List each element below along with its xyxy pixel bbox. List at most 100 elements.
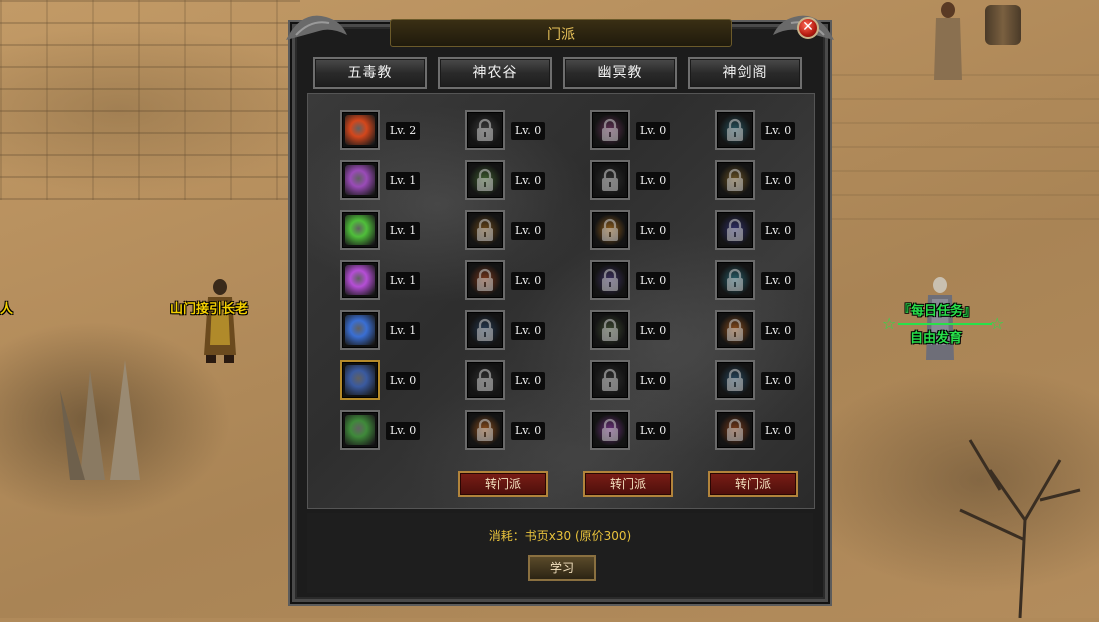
lock-icon <box>475 268 495 292</box>
tab-shenjian[interactable]: 神剑阁 <box>688 57 802 89</box>
skill-icon[interactable] <box>340 160 380 200</box>
close-button[interactable]: ✕ <box>797 17 819 39</box>
lock-icon <box>600 168 620 192</box>
locked-skill-icon[interactable] <box>465 310 505 350</box>
locked-skill-icon[interactable] <box>715 210 755 250</box>
skill-slot: Lv. 0 <box>715 310 835 350</box>
switch-sect-button[interactable]: 转门派 <box>458 471 548 497</box>
skill-level: Lv. 0 <box>636 322 671 340</box>
skill-level: Lv. 0 <box>511 272 546 290</box>
skill-level: Lv. 0 <box>761 322 796 340</box>
skill-slot: Lv. 1 <box>340 310 460 350</box>
locked-skill-icon[interactable] <box>465 360 505 400</box>
locked-skill-icon[interactable] <box>465 160 505 200</box>
locked-skill-icon[interactable] <box>465 210 505 250</box>
lock-icon <box>475 168 495 192</box>
locked-skill-icon[interactable] <box>715 310 755 350</box>
skill-level: Lv. 0 <box>386 422 421 440</box>
skill-icon[interactable] <box>340 360 380 400</box>
locked-skill-icon[interactable] <box>590 210 630 250</box>
locked-skill-icon[interactable] <box>715 110 755 150</box>
locked-skill-icon[interactable] <box>465 110 505 150</box>
locked-skill-icon[interactable] <box>715 410 755 450</box>
lock-icon <box>475 418 495 442</box>
skill-level: Lv. 0 <box>636 272 671 290</box>
skill-level: Lv. 0 <box>511 222 546 240</box>
tab-wudu[interactable]: 五毒教 <box>313 57 427 89</box>
skill-slot: Lv. 2 <box>340 110 460 150</box>
skills-panel: Lv. 2 Lv. 1 Lv. 1 Lv. 1 Lv. 1 Lv. 0 Lv. 0 Lv. 0… <box>307 93 815 509</box>
lock-icon <box>725 118 745 142</box>
locked-skill-icon[interactable] <box>715 260 755 300</box>
locked-skill-icon[interactable] <box>590 360 630 400</box>
lock-icon <box>475 218 495 242</box>
skill-slot: Lv. 0 <box>465 260 585 300</box>
skill-icon[interactable] <box>340 310 380 350</box>
skill-slot: Lv. 0 <box>590 160 710 200</box>
skill-slot: Lv. 0 <box>715 110 835 150</box>
skill-art-icon <box>345 315 375 345</box>
tab-shennong[interactable]: 神农谷 <box>438 57 552 89</box>
skill-level: Lv. 0 <box>761 272 796 290</box>
skill-slot: Lv. 0 <box>715 410 835 450</box>
dialog-title: 门派 <box>547 27 575 43</box>
skill-level: Lv. 2 <box>386 122 421 140</box>
locked-skill-icon[interactable] <box>715 360 755 400</box>
skill-level: Lv. 0 <box>511 122 546 140</box>
dialog-titlebar[interactable]: 门派 ✕ <box>286 15 834 53</box>
skill-slot: Lv. 0 <box>340 360 460 400</box>
lock-icon <box>725 268 745 292</box>
locked-skill-icon[interactable] <box>590 310 630 350</box>
skill-slot: Lv. 0 <box>590 210 710 250</box>
skill-art-icon <box>345 115 375 145</box>
skill-icon[interactable] <box>340 260 380 300</box>
skill-level: Lv. 0 <box>636 172 671 190</box>
quest-divider <box>898 323 992 325</box>
skill-level: Lv. 0 <box>511 172 546 190</box>
lock-icon <box>725 168 745 192</box>
cost-area <box>307 513 813 593</box>
npc-top-right[interactable] <box>930 0 966 90</box>
skill-level: Lv. 1 <box>386 272 421 290</box>
locked-skill-icon[interactable] <box>465 410 505 450</box>
skill-slot: Lv. 0 <box>715 260 835 300</box>
skill-slot: Lv. 0 <box>465 210 585 250</box>
skill-slot: Lv. 0 <box>590 360 710 400</box>
switch-sect-button[interactable]: 转门派 <box>708 471 798 497</box>
lock-icon <box>725 218 745 242</box>
skill-slot: Lv. 0 <box>590 310 710 350</box>
learn-button[interactable]: 学习 <box>528 555 596 581</box>
lock-icon <box>725 318 745 342</box>
skill-level: Lv. 0 <box>761 122 796 140</box>
skill-icon[interactable] <box>340 110 380 150</box>
tab-youming[interactable]: 幽冥教 <box>563 57 677 89</box>
npc-elder[interactable] <box>200 275 240 365</box>
barrel <box>985 5 1021 45</box>
skill-icon[interactable] <box>340 410 380 450</box>
skill-slot: Lv. 0 <box>715 360 835 400</box>
skill-art-icon <box>345 215 375 245</box>
locked-skill-icon[interactable] <box>590 410 630 450</box>
dead-tree-right <box>930 380 1099 619</box>
skill-slot: Lv. 0 <box>465 110 585 150</box>
locked-skill-icon[interactable] <box>465 260 505 300</box>
lock-icon <box>600 218 620 242</box>
locked-skill-icon[interactable] <box>715 160 755 200</box>
locked-skill-icon[interactable] <box>590 260 630 300</box>
skill-icon[interactable] <box>340 210 380 250</box>
skill-level: Lv. 0 <box>386 372 421 390</box>
skill-level: Lv. 0 <box>511 322 546 340</box>
lock-icon <box>725 368 745 392</box>
skill-level: Lv. 0 <box>636 122 671 140</box>
switch-sect-button[interactable]: 转门派 <box>583 471 673 497</box>
npc-edge-name: 人 <box>0 302 14 317</box>
locked-skill-icon[interactable] <box>590 110 630 150</box>
skill-level: Lv. 0 <box>636 372 671 390</box>
skill-level: Lv. 1 <box>386 172 421 190</box>
quest-name: 自由发育 <box>910 331 963 346</box>
locked-skill-icon[interactable] <box>590 160 630 200</box>
skill-level: Lv. 0 <box>761 372 796 390</box>
cost-text: 消耗：书页x30 (原价300) <box>488 529 632 543</box>
title-plate: 门派 <box>390 19 732 47</box>
lock-icon <box>600 318 620 342</box>
